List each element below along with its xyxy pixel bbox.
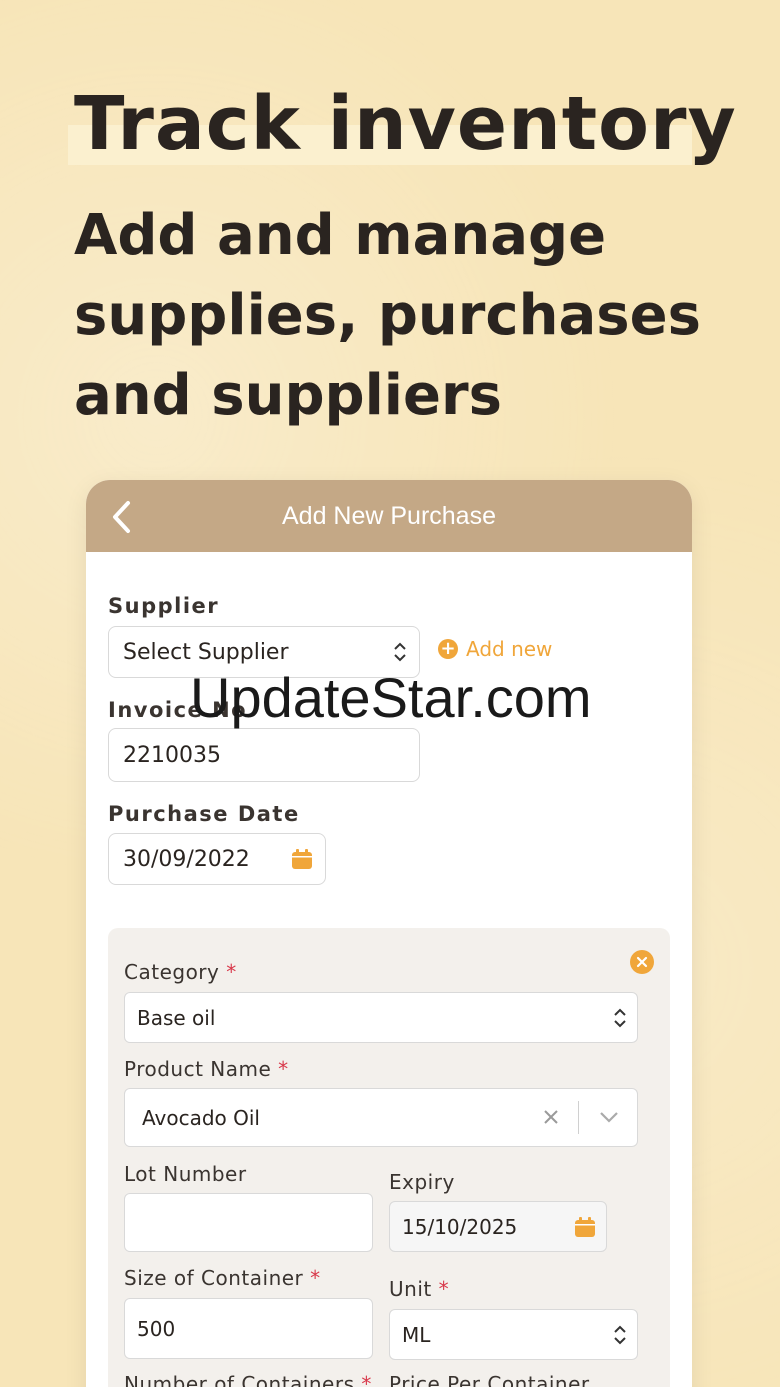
required-mark: * bbox=[226, 960, 237, 984]
category-label: Category * bbox=[124, 960, 237, 984]
select-divider bbox=[577, 1101, 579, 1134]
unit-label-text: Unit bbox=[389, 1277, 432, 1301]
phone-screen-card: Add New Purchase Supplier Select Supplie… bbox=[86, 480, 692, 1387]
size-of-container-input[interactable]: 500 bbox=[124, 1298, 373, 1359]
remove-item-button[interactable] bbox=[630, 950, 654, 974]
invoice-value: 2210035 bbox=[123, 742, 221, 768]
product-value: Avocado Oil bbox=[142, 1105, 260, 1130]
calendar-icon[interactable] bbox=[291, 848, 313, 870]
unit-select[interactable]: ML bbox=[389, 1309, 638, 1360]
product-name-label: Product Name * bbox=[124, 1057, 289, 1081]
unit-value: ML bbox=[402, 1322, 431, 1347]
product-name-select[interactable]: Avocado Oil bbox=[124, 1088, 638, 1147]
required-mark: * bbox=[361, 1372, 372, 1387]
calendar-icon[interactable] bbox=[574, 1216, 596, 1238]
category-select[interactable]: Base oil bbox=[124, 992, 638, 1043]
purchase-date-input[interactable]: 30/09/2022 bbox=[108, 833, 326, 885]
expiry-input[interactable]: 15/10/2025 bbox=[389, 1201, 607, 1252]
chevron-down-icon[interactable] bbox=[599, 1111, 619, 1123]
required-mark: * bbox=[278, 1057, 289, 1081]
purchase-date-value: 30/09/2022 bbox=[123, 846, 250, 872]
back-button[interactable] bbox=[106, 500, 136, 534]
size-value: 500 bbox=[137, 1316, 176, 1341]
chevron-left-icon bbox=[113, 501, 130, 533]
page-title: Add New Purchase bbox=[281, 501, 496, 530]
size-label-text: Size of Container bbox=[124, 1266, 304, 1290]
updown-chevron-icon bbox=[614, 1325, 626, 1344]
watermark-text: UpdateStar.com bbox=[190, 666, 592, 729]
subhead-line: Add and manage bbox=[74, 203, 607, 268]
category-label-text: Category bbox=[124, 960, 220, 984]
lot-number-label: Lot Number bbox=[124, 1162, 247, 1186]
subhead-line: and suppliers bbox=[74, 363, 502, 428]
subhead-line: supplies, purchases bbox=[74, 283, 701, 348]
required-mark: * bbox=[438, 1277, 450, 1301]
number-of-containers-label: Number of Containers * bbox=[124, 1372, 372, 1387]
purchase-date-label: Purchase Date bbox=[108, 802, 300, 826]
supplier-label: Supplier bbox=[108, 594, 220, 618]
invoice-input[interactable]: 2210035 bbox=[108, 728, 420, 782]
lot-number-input[interactable] bbox=[124, 1193, 373, 1252]
plus-circle-icon: + bbox=[438, 639, 458, 659]
add-new-label: Add new bbox=[466, 637, 553, 661]
product-label-text: Product Name bbox=[124, 1057, 272, 1081]
close-circle-icon bbox=[636, 956, 648, 968]
size-of-container-label: Size of Container * bbox=[124, 1266, 321, 1290]
updown-chevron-icon bbox=[614, 1008, 626, 1027]
category-value: Base oil bbox=[137, 1005, 216, 1030]
promo-headline: Track inventory bbox=[74, 81, 737, 167]
price-per-container-label: Price Per Container bbox=[389, 1372, 590, 1387]
supplier-select-value: Select Supplier bbox=[123, 639, 289, 665]
expiry-label: Expiry bbox=[389, 1170, 455, 1194]
unit-label: Unit * bbox=[389, 1277, 449, 1301]
updown-chevron-icon bbox=[394, 642, 406, 662]
add-new-supplier-button[interactable]: + Add new bbox=[438, 637, 552, 661]
required-mark: * bbox=[310, 1266, 321, 1290]
expiry-value: 15/10/2025 bbox=[402, 1214, 518, 1239]
purchase-item-panel: Category * Base oil Product Name * Avoca… bbox=[108, 928, 670, 1387]
promo-subhead: Add and manage supplies, purchases and s… bbox=[74, 196, 754, 436]
clear-x-icon[interactable] bbox=[543, 1109, 559, 1125]
num-containers-label-text: Number of Containers bbox=[124, 1372, 355, 1387]
app-header: Add New Purchase bbox=[86, 480, 692, 552]
